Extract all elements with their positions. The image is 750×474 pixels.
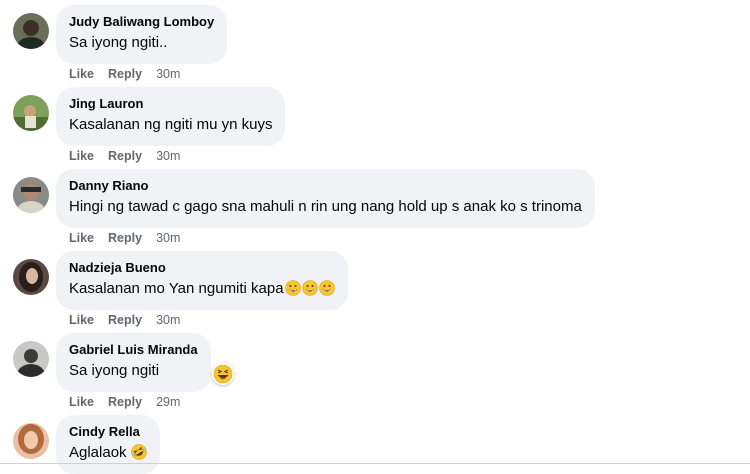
like-button[interactable]: Like (69, 395, 94, 409)
comment-bubble: Judy Baliwang Lomboy Sa iyong ngiti.. (56, 5, 228, 64)
reply-button[interactable]: Reply (108, 395, 142, 409)
comment-time[interactable]: 30m (156, 149, 180, 163)
comment-bubble: Gabriel Luis Miranda Sa iyong ngiti (56, 333, 211, 392)
comment-actions: Like Reply 30m (69, 312, 180, 328)
reply-button[interactable]: Reply (108, 313, 142, 327)
comment-author[interactable]: Danny Riano (69, 177, 582, 194)
grinning-face-icon (301, 280, 318, 296)
avatar[interactable] (13, 341, 49, 377)
reply-button[interactable]: Reply (108, 67, 142, 81)
rolling-laughing-face-icon (130, 444, 147, 460)
comment-author[interactable]: Cindy Rella (69, 423, 147, 440)
comment-time[interactable]: 30m (156, 67, 180, 81)
laughing-face-icon[interactable] (212, 363, 234, 385)
comment-time[interactable]: 30m (156, 231, 180, 245)
comment-bubble: Jing Lauron Kasalanan ng ngiti mu yn kuy… (56, 87, 286, 146)
comment-bubble: Cindy Rella Aglalaok (56, 415, 160, 474)
comment-text: Sa iyong ngiti (69, 362, 160, 379)
comment-actions: Like Reply 30m (69, 230, 180, 246)
avatar[interactable] (13, 95, 49, 131)
like-button[interactable]: Like (69, 149, 94, 163)
comment-text-content: Kasalanan mo Yan ngumiti kapa (69, 280, 284, 297)
comment-time[interactable]: 30m (156, 313, 180, 327)
grinning-face-icon (284, 280, 301, 296)
comment-author[interactable]: Judy Baliwang Lomboy (69, 13, 214, 30)
comment-actions: Like Reply 30m (69, 66, 180, 82)
avatar[interactable] (13, 259, 49, 295)
comment-bubble: Danny Riano Hingi ng tawad c gago sna ma… (56, 169, 595, 228)
comment-author[interactable]: Gabriel Luis Miranda (69, 341, 198, 358)
comment-text-content: Aglalaok (69, 444, 127, 461)
comment-text: Kasalanan ng ngiti mu yn kuys (69, 116, 273, 133)
like-button[interactable]: Like (69, 67, 94, 81)
avatar[interactable] (13, 177, 49, 213)
reply-button[interactable]: Reply (108, 231, 142, 245)
comment-text: Sa iyong ngiti.. (69, 34, 168, 51)
comment-text: Kasalanan mo Yan ngumiti kapa (69, 279, 335, 299)
avatar[interactable] (13, 13, 49, 49)
comment-actions: Like Reply 30m (69, 148, 180, 164)
divider (0, 463, 750, 464)
comment-text: Aglalaok (69, 443, 147, 463)
comment-bubble: Nadzieja Bueno Kasalanan mo Yan ngumiti … (56, 251, 348, 310)
avatar[interactable] (13, 423, 49, 459)
like-button[interactable]: Like (69, 313, 94, 327)
grinning-face-icon (318, 280, 335, 296)
comment-author[interactable]: Nadzieja Bueno (69, 259, 335, 276)
comment-text: Hingi ng tawad c gago sna mahuli n rin u… (69, 198, 582, 215)
comment-time[interactable]: 29m (156, 395, 180, 409)
comment-actions: Like Reply 29m (69, 394, 180, 410)
comment-author[interactable]: Jing Lauron (69, 95, 272, 112)
like-button[interactable]: Like (69, 231, 94, 245)
reply-button[interactable]: Reply (108, 149, 142, 163)
